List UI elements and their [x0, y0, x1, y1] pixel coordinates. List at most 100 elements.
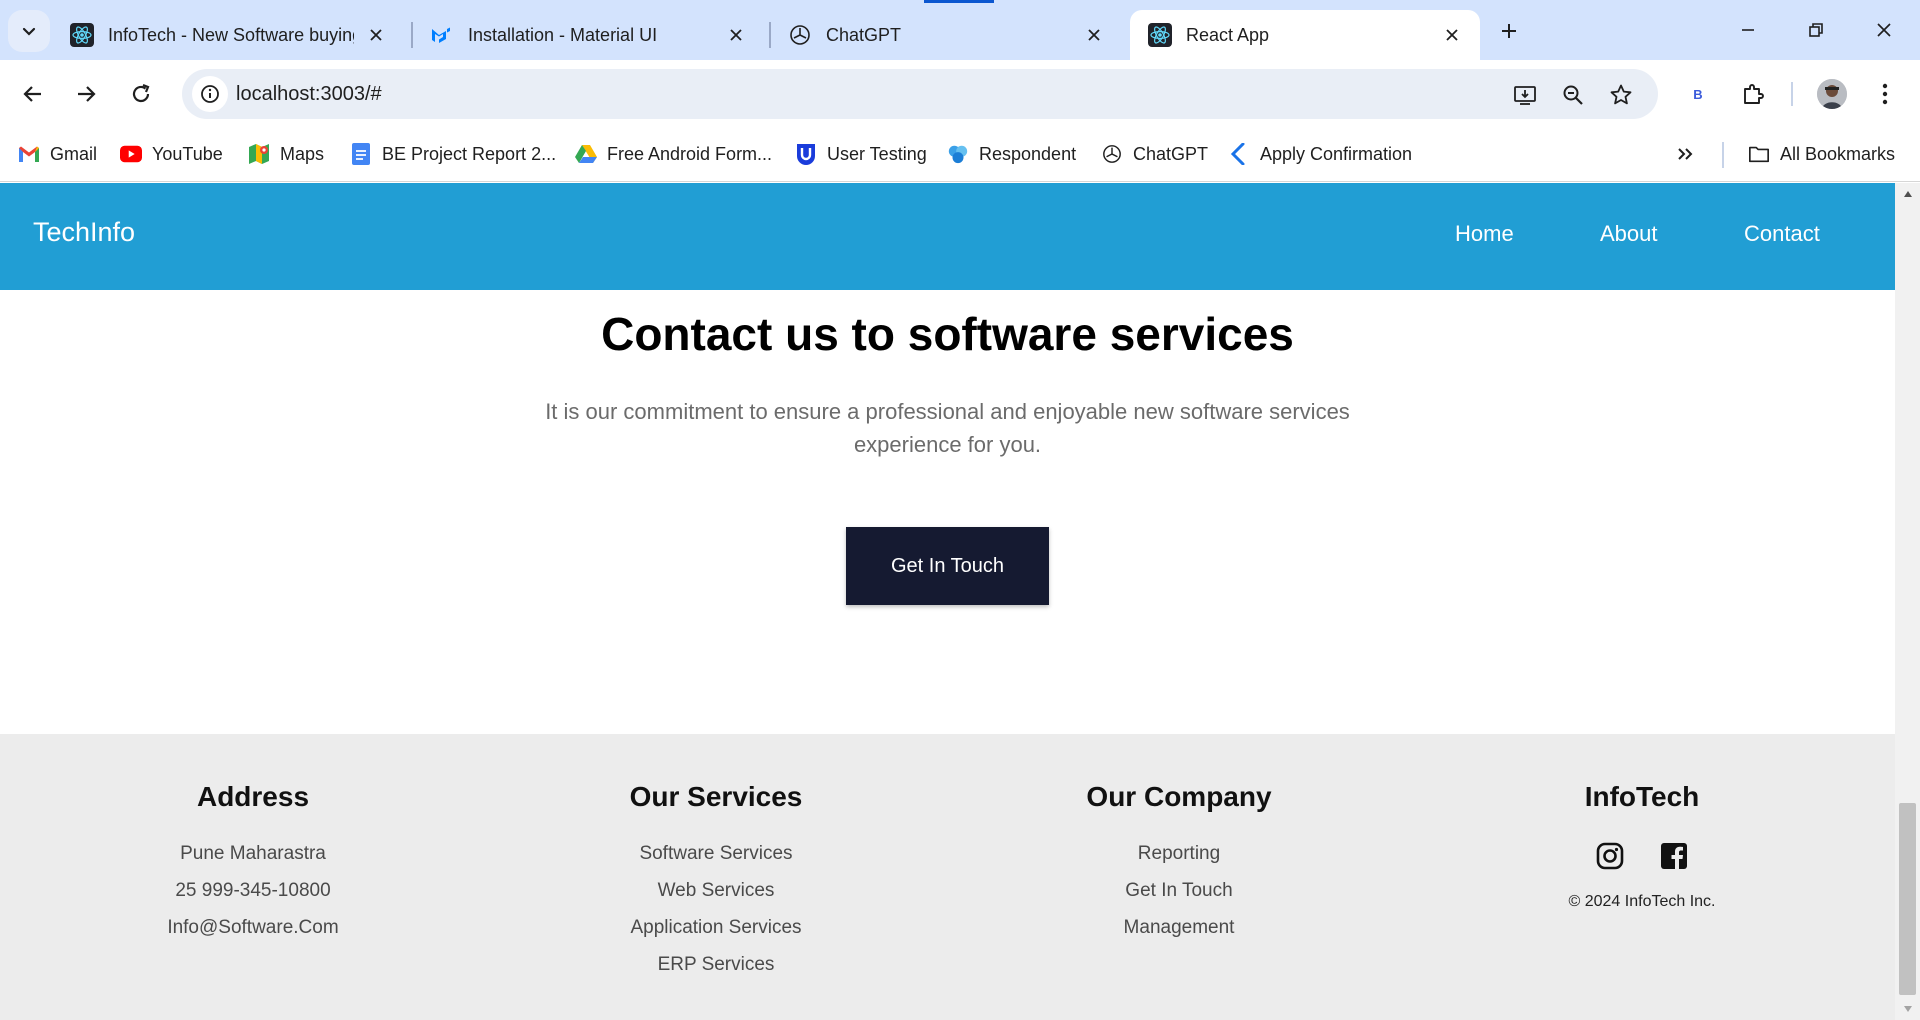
close-window-button[interactable] — [1862, 12, 1906, 48]
footer-link[interactable]: Application Services — [506, 909, 926, 946]
page-viewport: TechInfo Home About Contact Contact us t… — [0, 183, 1920, 1020]
facebook-icon[interactable] — [1659, 841, 1689, 871]
bookmark-free-android-form[interactable]: Free Android Form... — [575, 140, 772, 168]
gmail-icon — [18, 143, 40, 165]
tab-title: ChatGPT — [826, 24, 902, 45]
footer-company-column: Our Company Reporting Get In Touch Manag… — [969, 734, 1389, 946]
minimize-button[interactable] — [1726, 12, 1770, 48]
tab-infotech[interactable]: InfoTech - New Software buying — [52, 10, 404, 60]
more-bookmarks-button[interactable] — [1676, 140, 1694, 168]
copyright-text: © 2024 InfoTech Inc. — [1568, 893, 1716, 910]
profile-letter: B — [1693, 86, 1703, 102]
scroll-down-arrow[interactable] — [1895, 998, 1920, 1020]
site-footer: Address Pune Maharastra 25 999-345-10800… — [0, 734, 1895, 1020]
back-button[interactable] — [12, 73, 54, 115]
site-info-button[interactable] — [192, 76, 228, 112]
footer-address-column: Address Pune Maharastra 25 999-345-10800… — [43, 734, 463, 946]
close-icon[interactable] — [724, 23, 748, 47]
bookmark-label: User Testing — [827, 143, 927, 164]
scrollbar-thumb[interactable] — [1899, 803, 1916, 995]
drive-icon — [575, 143, 597, 165]
bookmark-gmail[interactable]: Gmail — [18, 140, 97, 168]
tab-title: Installation - Material UI — [468, 24, 658, 45]
chevron-down-icon — [22, 27, 36, 36]
bookmark-user-testing[interactable]: User Testing — [795, 140, 927, 168]
all-bookmarks-button[interactable]: All Bookmarks — [1748, 140, 1895, 168]
apply-icon — [1228, 143, 1250, 165]
footer-link[interactable]: Web Services — [506, 872, 926, 909]
footer-heading: Address — [196, 781, 310, 812]
footer-heading: InfoTech — [1584, 781, 1700, 812]
more-vertical-icon — [1882, 83, 1888, 105]
bookmark-be-project-report[interactable]: BE Project Report 2... — [350, 140, 556, 168]
react-icon — [1148, 23, 1172, 47]
bookmarks-bar: Gmail YouTube Maps BE Project Report 2..… — [0, 128, 1920, 182]
tab-title: React App — [1186, 24, 1270, 45]
bookmark-apply-confirmation[interactable]: Apply Confirmation — [1228, 140, 1412, 168]
nav-link-about[interactable]: About — [1600, 221, 1658, 247]
bookmark-respondent[interactable]: Respondent — [947, 140, 1076, 168]
all-bookmarks-label: All Bookmarks — [1780, 143, 1896, 164]
youtube-icon — [120, 143, 142, 165]
footer-link[interactable]: Reporting — [969, 835, 1389, 872]
tab-material-ui[interactable]: Installation - Material UI — [412, 10, 764, 60]
url-text[interactable]: localhost:3003/# — [236, 83, 382, 106]
docs-icon — [350, 143, 372, 165]
plus-icon — [1502, 24, 1516, 38]
footer-link[interactable]: ERP Services — [506, 946, 926, 983]
footer-link[interactable]: Get In Touch — [969, 872, 1389, 909]
footer-services-column: Our Services Software Services Web Servi… — [506, 734, 926, 983]
footer-address-line: Pune Maharastra — [180, 843, 326, 864]
bookmark-label: BE Project Report 2... — [382, 143, 557, 164]
triangle-up-icon — [1903, 191, 1912, 197]
bookmark-label: Maps — [280, 143, 325, 164]
double-chevron-right-icon — [1678, 148, 1693, 160]
usertesting-icon — [795, 143, 817, 165]
close-icon[interactable] — [364, 23, 388, 47]
bookmarks-divider — [1722, 142, 1724, 168]
menu-button[interactable] — [1864, 73, 1906, 115]
new-tab-button[interactable] — [1492, 14, 1526, 48]
bookmark-youtube[interactable]: YouTube — [120, 140, 223, 168]
forward-button[interactable] — [65, 73, 107, 115]
minimize-icon — [1742, 29, 1754, 31]
tab-search-button[interactable] — [8, 10, 50, 52]
instagram-icon[interactable] — [1595, 841, 1625, 871]
arrow-right-icon — [78, 86, 96, 102]
restore-button[interactable] — [1794, 12, 1838, 48]
folder-icon — [1748, 143, 1770, 165]
tab-title: InfoTech - New Software buying — [108, 24, 354, 45]
footer-link[interactable]: Software Services — [506, 835, 926, 872]
page-scrollbar[interactable] — [1895, 183, 1920, 1020]
bookmark-label: ChatGPT — [1133, 143, 1209, 164]
site-brand[interactable]: TechInfo — [33, 217, 135, 248]
nav-link-home[interactable]: Home — [1455, 221, 1514, 247]
tab-chatgpt[interactable]: ChatGPT — [770, 10, 1122, 60]
nav-link-contact[interactable]: Contact — [1744, 221, 1820, 247]
bookmark-label: Gmail — [50, 143, 98, 164]
footer-email[interactable]: Info@Software.Com — [43, 909, 463, 946]
chatgpt-icon — [1101, 143, 1123, 165]
bookmark-label: YouTube — [152, 143, 223, 164]
profile-extension-button[interactable]: B — [1677, 73, 1719, 115]
footer-link[interactable]: Management — [969, 909, 1389, 946]
install-app-button[interactable] — [1508, 78, 1542, 112]
tab-react-app[interactable]: React App — [1130, 10, 1480, 60]
get-in-touch-button[interactable]: Get In Touch — [846, 527, 1049, 605]
reload-button[interactable] — [120, 73, 162, 115]
scroll-up-arrow[interactable] — [1895, 183, 1920, 205]
bookmark-maps[interactable]: Maps — [248, 140, 324, 168]
address-bar[interactable]: localhost:3003/# — [182, 69, 1658, 119]
page-title: Contact us to software services — [601, 308, 1294, 360]
close-icon[interactable] — [1082, 23, 1106, 47]
extensions-button[interactable] — [1732, 73, 1774, 115]
zoom-button[interactable] — [1556, 78, 1590, 112]
restore-icon — [1809, 23, 1823, 37]
arrow-left-icon — [23, 86, 41, 102]
close-icon[interactable] — [1440, 23, 1464, 47]
bookmark-chatgpt[interactable]: ChatGPT — [1101, 140, 1208, 168]
info-icon — [201, 85, 219, 103]
chatgpt-icon — [788, 23, 812, 47]
profile-button[interactable] — [1811, 73, 1853, 115]
bookmark-star-button[interactable] — [1604, 78, 1638, 112]
